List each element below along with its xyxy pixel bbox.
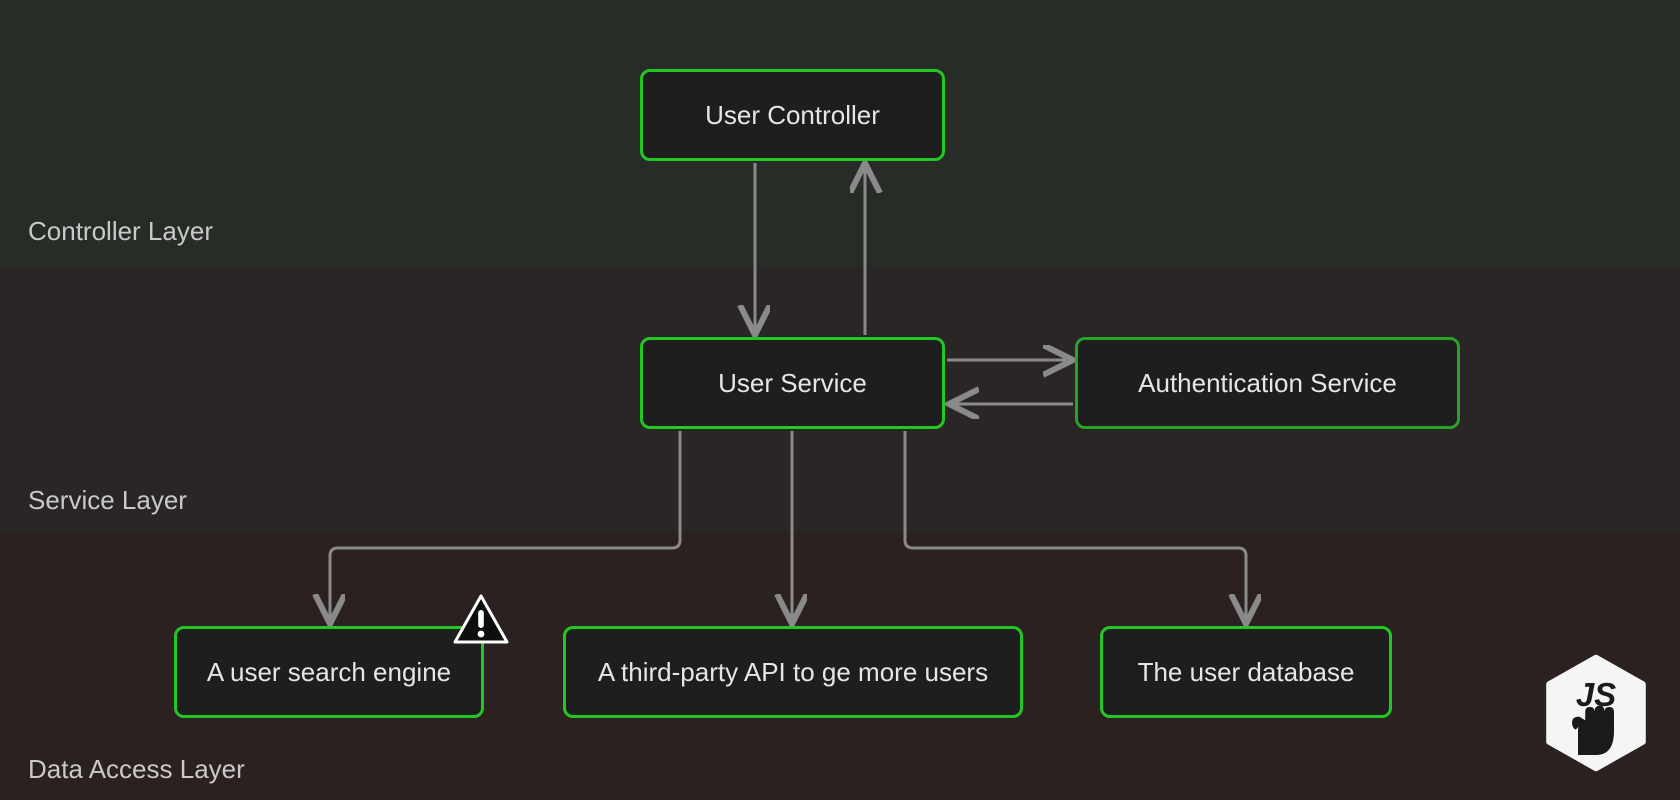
controller-layer-label: Controller Layer xyxy=(28,216,213,247)
node-user-service: User Service xyxy=(640,337,945,429)
nodejs-watermark: JS xyxy=(1536,653,1656,778)
node-label: The user database xyxy=(1138,657,1355,688)
node-label: Authentication Service xyxy=(1138,368,1397,399)
node-user-search-engine: A user search engine xyxy=(174,626,484,718)
node-label: User Controller xyxy=(705,100,880,131)
node-user-database: The user database xyxy=(1100,626,1392,718)
warning-icon xyxy=(452,594,510,651)
architecture-diagram: JS Controller Layer Service Layer Data A… xyxy=(0,0,1680,800)
service-layer-label: Service Layer xyxy=(28,485,187,516)
node-third-party-api: A third-party API to ge more users xyxy=(563,626,1023,718)
node-authentication-service: Authentication Service xyxy=(1075,337,1460,429)
node-user-controller: User Controller xyxy=(640,69,945,161)
node-label: A user search engine xyxy=(207,657,451,688)
data-access-layer-label: Data Access Layer xyxy=(28,754,245,785)
node-label: A third-party API to ge more users xyxy=(598,657,988,688)
node-label: User Service xyxy=(718,368,867,399)
